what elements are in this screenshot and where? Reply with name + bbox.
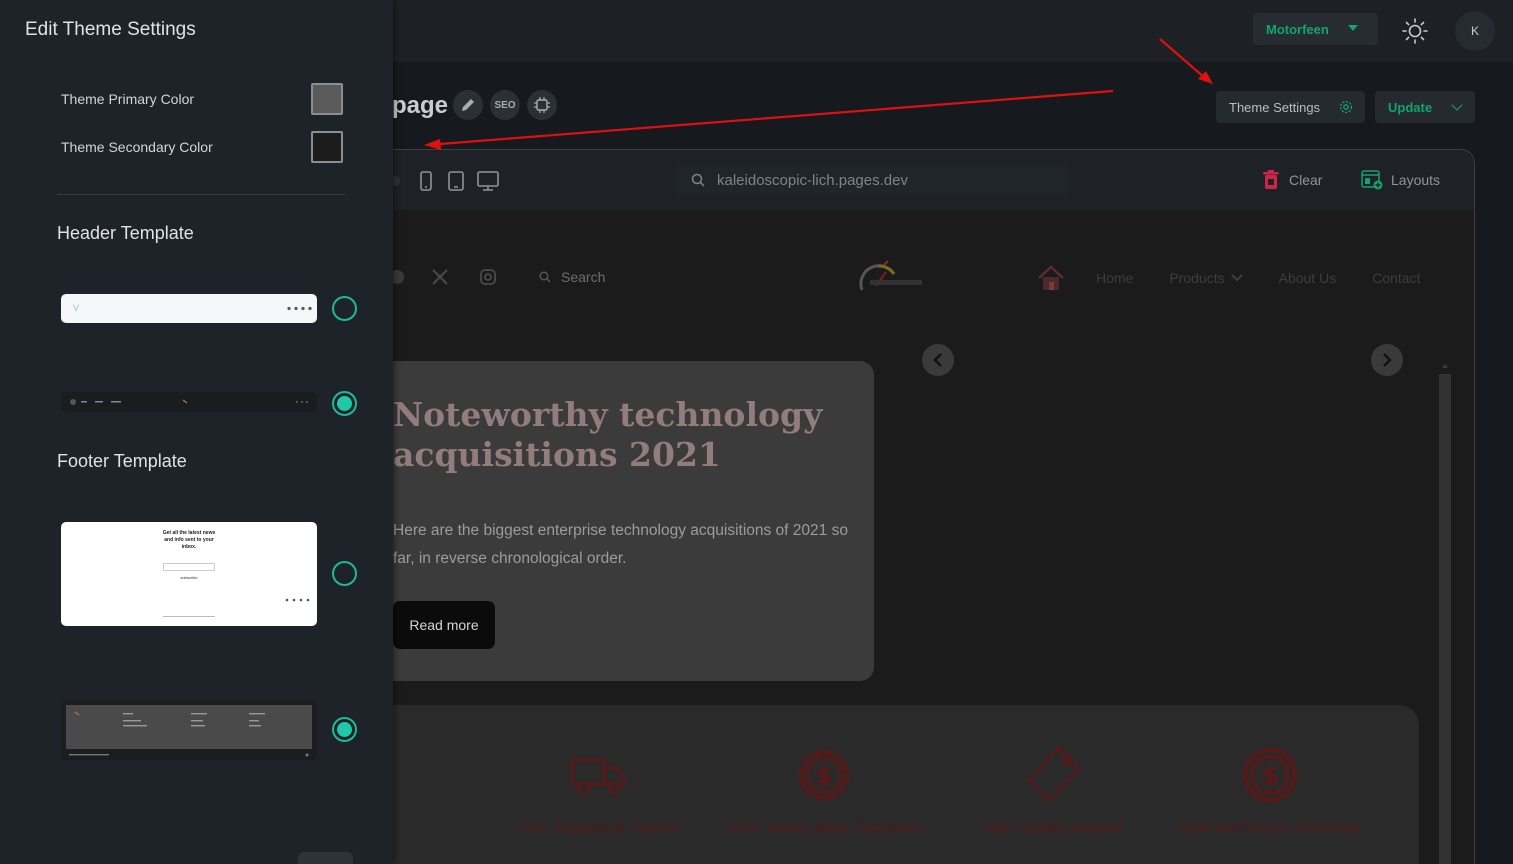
edit-page-button[interactable] [453, 90, 483, 120]
url-bar[interactable]: kaleidoscopic-lich.pages.dev [677, 164, 1067, 196]
chip-icon [534, 97, 550, 113]
footer-thumb-button: subscribe [180, 575, 198, 580]
gear-icon [1339, 100, 1353, 114]
pencil-icon [462, 99, 474, 111]
header-template-dark-thumb[interactable] [61, 392, 317, 412]
hero-card: Noteworthy technology acquisitions 2021 … [381, 361, 874, 681]
svg-text:$: $ [815, 761, 833, 791]
footer-thumb-text: Get all the latest news and info sent to… [162, 530, 216, 550]
layouts-label: Layouts [1391, 172, 1441, 188]
feature-item: $ 100% Money Back Guarantee [694, 745, 954, 836]
svg-text:V: V [73, 304, 80, 314]
primary-color-label: Theme Primary Color [61, 91, 195, 107]
feature-item: Free Shipping & Returns [469, 745, 729, 836]
feature-label: 100% Money Back Guarantee [723, 819, 925, 836]
nav-link-home[interactable]: Home [1096, 270, 1133, 286]
x-icon[interactable] [431, 268, 449, 286]
ai-chip-button[interactable] [527, 90, 557, 120]
divider [57, 194, 345, 195]
footer-template-title: Footer Template [57, 451, 187, 471]
header-template-light-radio[interactable] [332, 296, 357, 321]
hero-title: Noteworthy technology acquisitions 2021 [393, 395, 823, 474]
header-template-title: Header Template [57, 223, 194, 243]
footer-thumb-input [163, 563, 215, 571]
clear-button[interactable]: Clear [1263, 166, 1322, 194]
site-header: Search Home Products About Us Contact [381, 210, 1474, 345]
panel-action-button[interactable] [298, 852, 353, 864]
chevron-right-icon [1383, 353, 1392, 367]
desktop-view-icon[interactable] [476, 170, 500, 192]
primary-color-swatch[interactable] [311, 83, 343, 115]
features-strip: Free Shipping & Returns $ 100% Money Bac… [381, 705, 1419, 864]
organization-select-label: Motorfeen [1266, 21, 1329, 37]
instagram-icon[interactable] [479, 268, 497, 286]
panel-title: Edit Theme Settings [25, 19, 196, 40]
page-title: page [392, 92, 449, 119]
update-label: Update [1388, 99, 1433, 115]
feature-label: Free Shipping & Returns [516, 819, 682, 836]
nav-link-products[interactable]: Products [1169, 270, 1243, 286]
truck-icon [570, 758, 626, 795]
nav-link-about-us[interactable]: About Us [1279, 270, 1337, 286]
nav-link-products-label: Products [1169, 270, 1225, 286]
search-icon [539, 271, 551, 283]
avatar[interactable]: K [1455, 11, 1495, 51]
scrollbar[interactable] [1439, 360, 1451, 864]
organization-select[interactable]: Motorfeen [1253, 13, 1378, 45]
header-template-light-preview: V [73, 304, 312, 314]
caret-down-icon [1348, 25, 1358, 31]
site-nav: Home Products About Us Contact [1036, 260, 1456, 296]
tablet-view-icon[interactable] [447, 170, 465, 192]
trash-icon [1263, 170, 1279, 189]
header-template-dark-preview [70, 399, 308, 405]
footer-template-light-thumb[interactable]: Get all the latest news and info sent to… [61, 522, 317, 626]
footer-template-dark-radio[interactable] [332, 717, 357, 742]
hero-text: Here are the biggest enterprise technolo… [393, 522, 848, 567]
chevron-down-icon [1230, 274, 1243, 282]
theme-settings-label: Theme Settings [1229, 99, 1321, 115]
layouts-icon [1361, 170, 1383, 190]
site-preview: kaleidoscopic-lich.pages.dev Clear Layou… [380, 149, 1475, 864]
footer-thumb-social-icons [285, 598, 310, 602]
mobile-view-icon[interactable] [419, 170, 433, 192]
carousel-next-button[interactable] [1371, 344, 1403, 376]
primary-color-row: Theme Primary Color [61, 82, 343, 116]
seo-button[interactable]: SEO [490, 90, 520, 120]
theme-settings-panel: Edit Theme Settings Theme Primary Color … [0, 0, 393, 864]
read-more-button[interactable]: Read more [393, 601, 495, 649]
quality-tag-icon [1026, 745, 1082, 803]
carousel-prev-button[interactable] [922, 344, 954, 376]
sun-icon[interactable] [1400, 16, 1430, 46]
chevron-down-icon [1451, 99, 1463, 111]
header-template-dark-radio[interactable] [332, 391, 357, 416]
feature-item: $ Safe and Secure Checkout [1140, 745, 1400, 836]
home-icon[interactable] [1036, 263, 1066, 293]
site-search-label: Search [561, 269, 606, 285]
secondary-color-swatch[interactable] [311, 131, 343, 163]
footer-template-dark-thumb[interactable] [61, 700, 317, 760]
site-canvas: Search Home Products About Us Contact No… [381, 210, 1474, 864]
nav-link-contact[interactable]: Contact [1372, 270, 1420, 286]
preview-toolbar: kaleidoscopic-lich.pages.dev Clear Layou… [381, 150, 1474, 210]
update-button[interactable]: Update [1375, 91, 1475, 123]
footer-thumb-copyright [163, 616, 215, 617]
layouts-button[interactable]: Layouts [1361, 166, 1440, 194]
clear-label: Clear [1289, 172, 1323, 188]
secondary-color-row: Theme Secondary Color [61, 130, 343, 164]
theme-settings-button[interactable]: Theme Settings [1216, 91, 1365, 123]
secure-checkout-icon: $ [1243, 748, 1297, 802]
footer-template-light-radio[interactable] [332, 561, 357, 586]
svg-text:$: $ [1261, 761, 1279, 791]
secondary-color-label: Theme Secondary Color [61, 139, 213, 155]
site-logo [859, 260, 922, 291]
footer-template-dark-preview [66, 705, 312, 757]
feature-label: Safe and Secure Checkout [1180, 819, 1360, 836]
site-search[interactable]: Search [539, 269, 605, 285]
chevron-left-icon [933, 353, 942, 367]
money-back-icon: $ [798, 749, 850, 801]
header-template-light-thumb[interactable]: V [61, 294, 317, 323]
search-icon [691, 173, 705, 187]
url-text: kaleidoscopic-lich.pages.dev [717, 171, 908, 189]
